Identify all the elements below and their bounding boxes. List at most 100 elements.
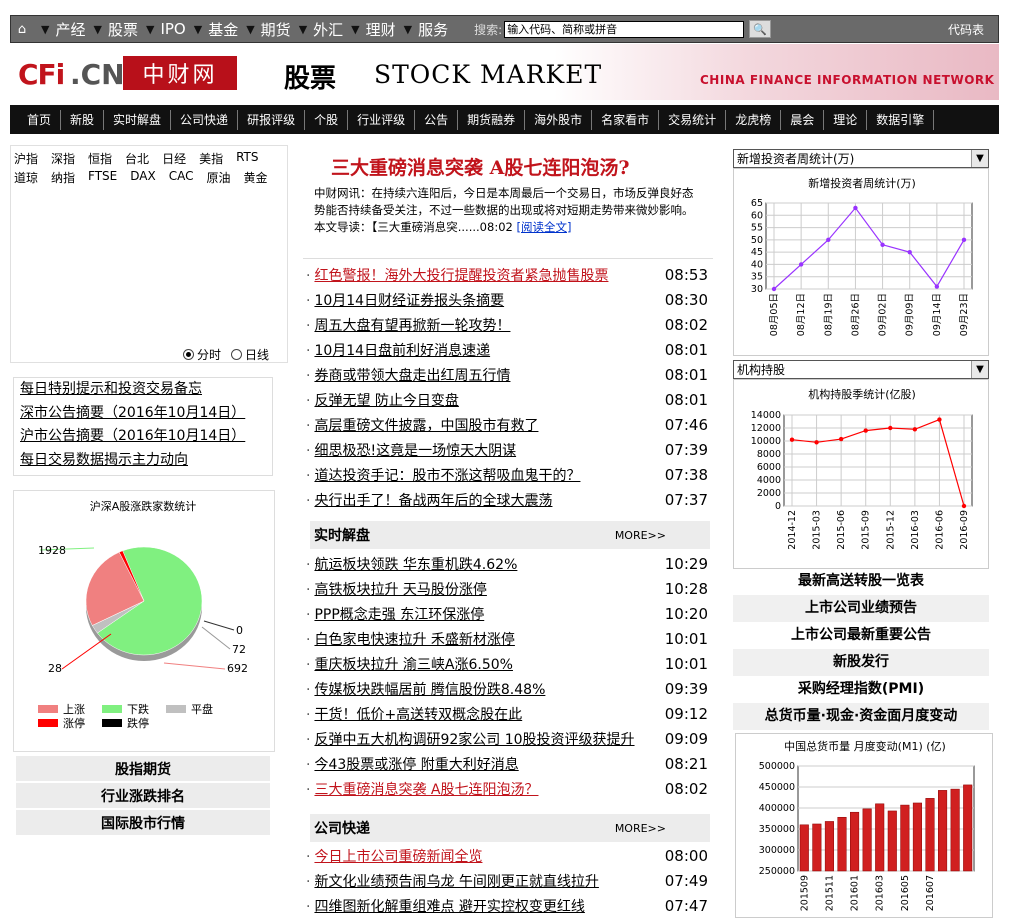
- index-link[interactable]: CAC: [169, 169, 194, 186]
- index-link[interactable]: 原油: [207, 169, 231, 186]
- data-point: [798, 262, 804, 267]
- left-link[interactable]: 每日特别提示和投资交易备忘: [14, 378, 272, 402]
- logo-cfi[interactable]: CFi: [18, 58, 65, 91]
- radio-minute[interactable]: [183, 349, 194, 360]
- index-link[interactable]: 黄金: [244, 169, 268, 186]
- x-tick-label: 08月26日: [850, 293, 861, 336]
- right-link[interactable]: 最新高送转股一览表: [733, 568, 989, 595]
- index-link[interactable]: RTS: [236, 150, 258, 167]
- news-link[interactable]: 红色警报！海外大投行提醒投资者紧急抛售股票: [314, 268, 608, 284]
- menu-item[interactable]: 交易统计: [659, 109, 727, 130]
- index-link[interactable]: 道琼: [14, 169, 38, 186]
- x-tick-label: 201511: [824, 875, 835, 911]
- menu-item[interactable]: 理论: [824, 109, 868, 130]
- news-link[interactable]: 央行出手了！备战两年后的全球大震荡: [314, 493, 552, 509]
- logo-zhongcaiwang[interactable]: 中财网: [123, 56, 237, 90]
- topnav-item[interactable]: ▼ 产经: [41, 19, 85, 40]
- topnav-item[interactable]: ▼ 理财: [351, 19, 395, 40]
- read-more-link[interactable]: [阅读全文]: [516, 220, 571, 234]
- topnav-item[interactable]: ▼ 外汇: [299, 19, 343, 40]
- index-link[interactable]: 台北: [125, 150, 149, 167]
- right-link[interactable]: 采购经理指数(PMI): [733, 676, 989, 703]
- section-company-header: 公司快递 MORE>>: [310, 814, 710, 842]
- menu-item[interactable]: 首页: [18, 109, 62, 130]
- index-link[interactable]: 纳指: [51, 169, 75, 186]
- news-link[interactable]: 高铁板块拉升 天马股份涨停: [314, 582, 486, 598]
- menu-item[interactable]: 晨会: [781, 109, 825, 130]
- news-link[interactable]: 细思极恐!这竟是一场惊天大阴谋: [314, 443, 516, 459]
- left-nav-button[interactable]: 行业涨跌排名: [16, 783, 270, 808]
- index-link[interactable]: DAX: [130, 169, 155, 186]
- menu-item[interactable]: 名家看市: [592, 109, 660, 130]
- news-link[interactable]: 10月14日盘前利好消息速递: [314, 343, 490, 359]
- right-link[interactable]: 新股发行: [733, 649, 989, 676]
- menu-item[interactable]: 实时解盘: [104, 109, 172, 130]
- company-more-link[interactable]: MORE>>: [615, 822, 666, 835]
- index-link[interactable]: 深指: [51, 150, 75, 167]
- menu-item[interactable]: 期货融券: [458, 109, 526, 130]
- menu-item[interactable]: 数据引擎: [867, 109, 935, 130]
- topnav-item[interactable]: ▼ 服务: [404, 19, 448, 40]
- topnav-item[interactable]: ▼ 股票: [93, 19, 137, 40]
- news-link[interactable]: 干货！低价+高送转双概念股在此: [314, 707, 522, 723]
- news-link[interactable]: 券商或带领大盘走出红周五行情: [314, 368, 510, 384]
- menu-item[interactable]: 个股: [305, 109, 349, 130]
- news-link[interactable]: 航运板块领跌 华东重机跌4.62%: [314, 557, 517, 573]
- news-link[interactable]: 白色家电快速拉升 禾盛新材涨停: [314, 632, 514, 648]
- right-link[interactable]: 上市公司业绩预告: [733, 595, 989, 622]
- left-nav-button[interactable]: 国际股市行情: [16, 810, 270, 835]
- section-title-en: STOCK MARKET: [374, 60, 603, 89]
- radio-daily[interactable]: [231, 349, 243, 360]
- menu-item[interactable]: 研报评级: [238, 109, 306, 130]
- index-link[interactable]: 日经: [162, 150, 186, 167]
- news-link[interactable]: 新文化业绩预告闹乌龙 午间刚更正就直线拉升: [314, 874, 598, 890]
- menu-item[interactable]: 龙虎榜: [726, 109, 782, 130]
- search-icon[interactable]: 🔍: [749, 20, 772, 38]
- x-tick-label: 09月02日: [878, 293, 889, 336]
- menu-item[interactable]: 海外股市: [525, 109, 593, 130]
- news-link[interactable]: 反弹中五大机构调研92家公司 10股投资评级获提升: [314, 732, 634, 748]
- legend-label: 下跌: [127, 702, 149, 716]
- news-link[interactable]: 三大重磅消息突袭 A股七连阳泡汤？: [314, 782, 538, 798]
- realtime-more-link[interactable]: MORE>>: [615, 529, 666, 542]
- left-link[interactable]: 沪市公告摘要（2016年10月14日）: [14, 425, 272, 449]
- investor-chart-select[interactable]: 新增投资者周统计(万) ▼: [733, 149, 989, 168]
- news-link[interactable]: PPP概念走强 东江环保涨停: [314, 607, 484, 623]
- index-link[interactable]: 沪指: [14, 150, 38, 167]
- index-link[interactable]: FTSE: [88, 169, 117, 186]
- news-link[interactable]: 重庆板块拉升 渝三峡A涨6.50%: [314, 657, 513, 673]
- topnav-item[interactable]: ▼ 基金: [194, 19, 238, 40]
- bullet: ·: [306, 556, 311, 573]
- menu-item[interactable]: 公司快递: [171, 109, 239, 130]
- menu-item[interactable]: 新股: [61, 109, 105, 130]
- news-link[interactable]: 今43股票或涨停 附重大利好消息: [314, 757, 518, 773]
- left-links: 每日特别提示和投资交易备忘 深市公告摘要（2016年10月14日） 沪市公告摘要（2…: [13, 377, 273, 476]
- topnav-item[interactable]: ▼ IPO: [146, 19, 186, 40]
- code-table-link[interactable]: 代码表: [948, 21, 984, 38]
- news-link[interactable]: 道达投资手记：股市不涨这帮吸血鬼干的？: [314, 468, 580, 484]
- news-link[interactable]: 高层重磅文件披露，中国股市有救了: [314, 418, 538, 434]
- news-link[interactable]: 周五大盘有望再掀新一轮攻势！: [314, 318, 510, 334]
- right-link[interactable]: 上市公司最新重要公告: [733, 622, 989, 649]
- search-input[interactable]: [504, 20, 745, 38]
- news-link[interactable]: 反弹无望 防止今日变盘: [314, 393, 458, 409]
- news-link[interactable]: 传媒板块跌幅居前 腾信股份跌8.48%: [314, 682, 545, 698]
- index-link[interactable]: 美指: [199, 150, 223, 167]
- menu-item[interactable]: 公告: [415, 109, 459, 130]
- news-link[interactable]: 四维图新化解重组难点 避开实控权变更红线: [314, 899, 584, 915]
- left-link[interactable]: 深市公告摘要（2016年10月14日）: [14, 402, 272, 426]
- topnav-item[interactable]: ▼ 期货: [246, 19, 290, 40]
- home-icon[interactable]: ⌂: [11, 18, 33, 40]
- headline-title[interactable]: 三大重磅消息突袭 A股七连阳泡汤?: [331, 153, 630, 180]
- institution-chart-select[interactable]: 机构持股 ▼: [733, 360, 989, 379]
- menu-item[interactable]: 行业评级: [348, 109, 416, 130]
- left-nav-button[interactable]: 股指期货: [16, 756, 270, 781]
- news-link[interactable]: 10月14日财经证券报头条摘要: [314, 293, 504, 309]
- y-tick-label: 50: [751, 235, 763, 246]
- y-tick-label: 400000: [759, 803, 795, 814]
- news-link[interactable]: 今日上市公司重磅新闻全览: [314, 849, 482, 865]
- data-point: [907, 249, 912, 255]
- left-link[interactable]: 每日交易数据揭示主力动向: [14, 449, 272, 473]
- index-link[interactable]: 恒指: [88, 150, 112, 167]
- right-link[interactable]: 总货币量·现金·资金面月度变动: [733, 703, 989, 730]
